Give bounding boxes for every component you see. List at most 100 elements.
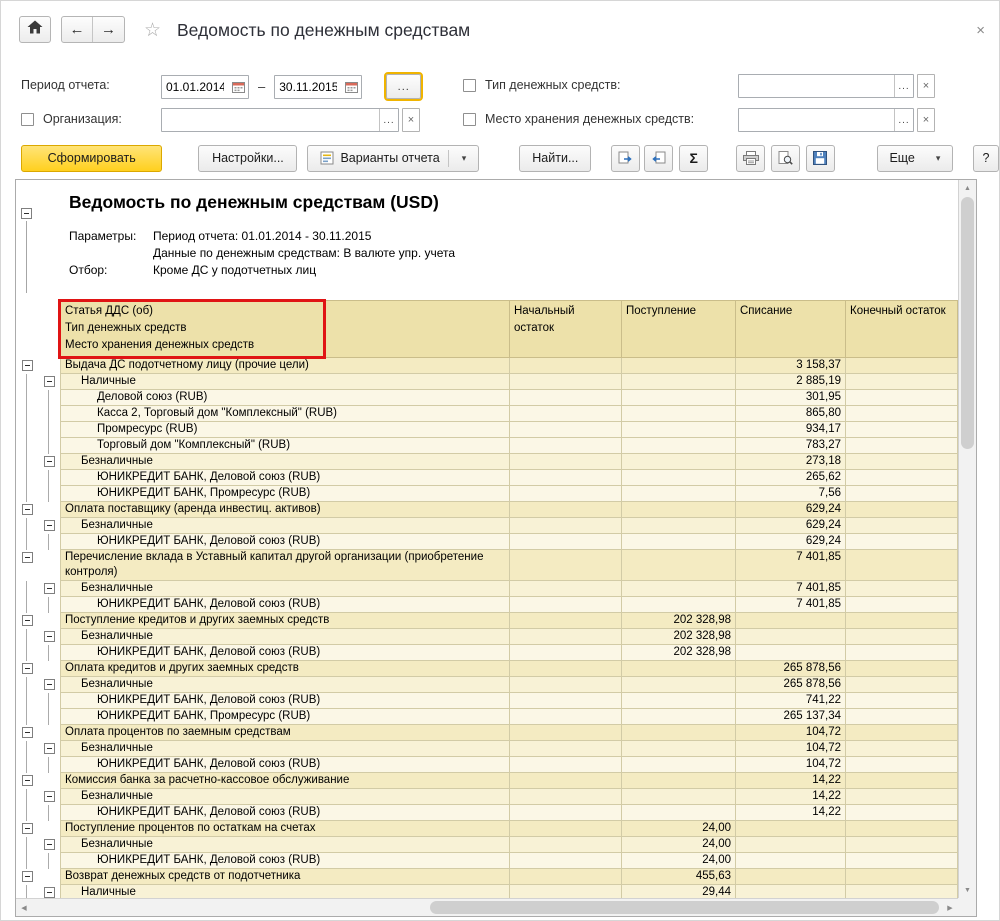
org-clear-button[interactable]: × [402,108,420,132]
period-choose-button[interactable]: ... [384,72,424,101]
row-label[interactable]: Поступление процентов по остаткам на сче… [60,821,510,837]
row-value-opening[interactable] [510,390,622,406]
row-value-opening[interactable] [510,677,622,693]
row-value-income[interactable] [622,470,736,486]
row-value-closing[interactable] [846,661,958,677]
row-value-closing[interactable] [846,725,958,741]
header-grouping-cell[interactable]: Статья ДДС (об) Тип денежных средств Мес… [60,300,510,358]
collapse-group-icon[interactable] [21,360,33,371]
row-value-closing[interactable] [846,805,958,821]
favorite-star-icon[interactable]: ☆ [144,19,161,42]
row-value-opening[interactable] [510,645,622,661]
row-label[interactable]: Безналичные [60,837,510,853]
row-value-opening[interactable] [510,709,622,725]
row-label[interactable]: Оплата кредитов и других заемных средств [60,661,510,677]
row-value-income[interactable] [622,773,736,789]
row-value-income[interactable] [622,550,736,581]
row-value-opening[interactable] [510,789,622,805]
row-value-closing[interactable] [846,837,958,853]
row-label[interactable]: Безналичные [60,454,510,470]
row-value-opening[interactable] [510,773,622,789]
row-value-income[interactable]: 24,00 [622,853,736,869]
collapse-group-icon[interactable] [21,663,33,674]
row-label[interactable]: ЮНИКРЕДИТ БАНК, Деловой союз (RUB) [60,693,510,709]
row-value-expense[interactable]: 7 401,85 [736,581,846,597]
save-button[interactable] [806,144,835,172]
header-expense[interactable]: Списание [736,300,846,358]
org-input[interactable] [162,109,379,131]
org-checkbox[interactable] [21,113,34,126]
collapse-group-icon[interactable] [21,552,33,563]
sum-button[interactable]: Σ [679,144,709,172]
row-label[interactable]: Поступление кредитов и других заемных ср… [60,613,510,629]
collapse-group-icon[interactable] [43,743,55,754]
preview-button[interactable] [771,144,801,172]
row-value-expense[interactable]: 104,72 [736,741,846,757]
collapse-group-icon[interactable] [43,456,55,467]
row-label[interactable]: ЮНИКРЕДИТ БАНК, Деловой союз (RUB) [60,805,510,821]
row-value-closing[interactable] [846,773,958,789]
row-value-closing[interactable] [846,581,958,597]
more-button[interactable]: Еще ▾ [876,144,953,172]
vertical-scrollbar[interactable]: ▲ ▼ [958,180,976,898]
org-select-button[interactable]: ... [379,109,398,131]
row-value-expense[interactable]: 629,24 [736,502,846,518]
close-icon[interactable]: × [976,23,985,38]
print-button[interactable] [736,144,766,172]
period-from-input[interactable] [162,75,228,98]
row-value-expense[interactable]: 2 885,19 [736,374,846,390]
collapse-group-icon[interactable] [43,679,55,690]
row-value-opening[interactable] [510,837,622,853]
scroll-down-icon[interactable]: ▼ [959,882,976,898]
row-label[interactable]: Торговый дом "Комплексный" (RUB) [60,438,510,454]
period-to-input[interactable] [275,75,342,98]
row-value-expense[interactable]: 7,56 [736,486,846,502]
row-value-income[interactable] [622,454,736,470]
collapse-group-icon[interactable] [21,727,33,738]
row-value-income[interactable]: 202 328,98 [622,645,736,661]
help-button[interactable]: ? [972,144,999,172]
collapse-group-icon[interactable] [21,823,33,834]
row-value-closing[interactable] [846,677,958,693]
cash-type-select-button[interactable]: ... [894,75,913,97]
home-button[interactable] [19,16,51,43]
row-value-closing[interactable] [846,853,958,869]
row-value-closing[interactable] [846,693,958,709]
row-value-income[interactable] [622,741,736,757]
row-value-opening[interactable] [510,422,622,438]
row-value-closing[interactable] [846,374,958,390]
row-value-expense[interactable] [736,869,846,885]
collapse-group-icon[interactable] [43,887,55,898]
row-label[interactable]: Безналичные [60,789,510,805]
row-value-expense[interactable] [736,885,846,898]
row-value-expense[interactable]: 934,17 [736,422,846,438]
calendar-icon[interactable] [228,75,248,98]
settings-button[interactable]: Настройки... [198,144,298,172]
collapse-group-icon[interactable] [43,520,55,531]
row-value-closing[interactable] [846,613,958,629]
row-value-expense[interactable]: 265 878,56 [736,677,846,693]
row-value-income[interactable] [622,438,736,454]
row-value-expense[interactable]: 865,80 [736,406,846,422]
vertical-scroll-thumb[interactable] [961,197,974,449]
paste-settings-button[interactable] [644,144,674,172]
row-label[interactable]: Безналичные [60,581,510,597]
row-value-closing[interactable] [846,470,958,486]
row-value-income[interactable]: 24,00 [622,837,736,853]
row-value-expense[interactable]: 301,95 [736,390,846,406]
row-value-closing[interactable] [846,757,958,773]
row-label[interactable]: Деловой союз (RUB) [60,390,510,406]
row-value-expense[interactable]: 265,62 [736,470,846,486]
row-value-opening[interactable] [510,629,622,645]
row-value-closing[interactable] [846,629,958,645]
row-value-opening[interactable] [510,757,622,773]
row-value-expense[interactable] [736,645,846,661]
row-value-income[interactable] [622,789,736,805]
scroll-left-icon[interactable]: ◀ [16,899,32,916]
row-label[interactable]: Оплата процентов по заемным средствам [60,725,510,741]
row-value-closing[interactable] [846,534,958,550]
row-label[interactable]: ЮНИКРЕДИТ БАНК, Деловой союз (RUB) [60,645,510,661]
collapse-group-icon[interactable] [43,791,55,802]
row-value-income[interactable] [622,486,736,502]
row-value-income[interactable] [622,661,736,677]
